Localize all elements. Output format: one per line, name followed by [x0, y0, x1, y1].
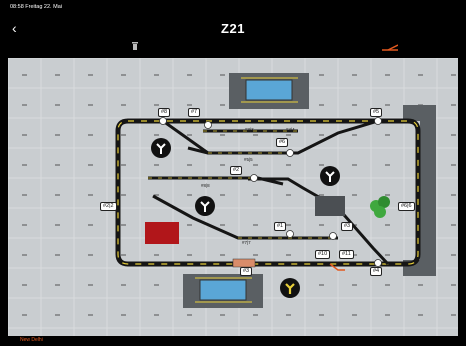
track-label[interactable]: #7 — [188, 108, 201, 117]
status-time-date: 08:58 Freitag 22. Mai — [10, 4, 62, 10]
signal-icon[interactable] — [320, 166, 340, 186]
track-label[interactable]: #3 — [240, 267, 253, 276]
building-grey — [315, 196, 345, 216]
track-label[interactable]: #8 — [158, 108, 171, 117]
signal-icon[interactable] — [195, 196, 215, 216]
track-label: #5|5 — [244, 157, 253, 162]
bottom-bar-text: New Delhi — [20, 337, 43, 343]
station-platform-top — [229, 73, 309, 109]
locomotive — [232, 258, 256, 268]
track-label[interactable]: #11 — [339, 250, 354, 259]
track-label: #8|8 — [201, 183, 210, 188]
bottom-bar: New Delhi — [0, 336, 466, 346]
track-label[interactable]: #2|2 — [100, 202, 117, 211]
track-label[interactable]: #6 — [276, 138, 289, 147]
track-label[interactable]: #1 — [274, 222, 287, 231]
track-label: #3|3 — [245, 127, 254, 132]
status-bar: 08:58 Freitag 22. Mai — [0, 0, 466, 14]
page-title: Z21 — [221, 21, 245, 36]
switch-track-icon[interactable] — [382, 44, 398, 52]
track-label[interactable]: #2 — [230, 166, 243, 175]
trash-icon[interactable] — [132, 42, 138, 50]
track-label[interactable]: #3 — [341, 222, 354, 231]
track-label: #4|4 — [286, 127, 295, 132]
track-layout-svg — [8, 58, 458, 336]
building-red — [145, 222, 179, 244]
station-platform-bottom — [183, 274, 263, 308]
track-label[interactable]: #6|6 — [398, 202, 415, 211]
track-layout-canvas[interactable]: #8 #7 #3|3 #4|4 #5 #6 #5|5 #2 #8|8 #2|2 … — [8, 58, 458, 336]
track-label[interactable]: #10 — [315, 250, 331, 259]
track-label[interactable]: #4 — [370, 267, 383, 276]
track-label[interactable]: #5 — [370, 108, 383, 117]
signal-icon[interactable] — [151, 138, 171, 158]
signal-icon-active[interactable] — [280, 278, 300, 298]
app-header: ‹ Z21 — [0, 14, 466, 58]
track-label: #7|7 — [242, 240, 251, 245]
